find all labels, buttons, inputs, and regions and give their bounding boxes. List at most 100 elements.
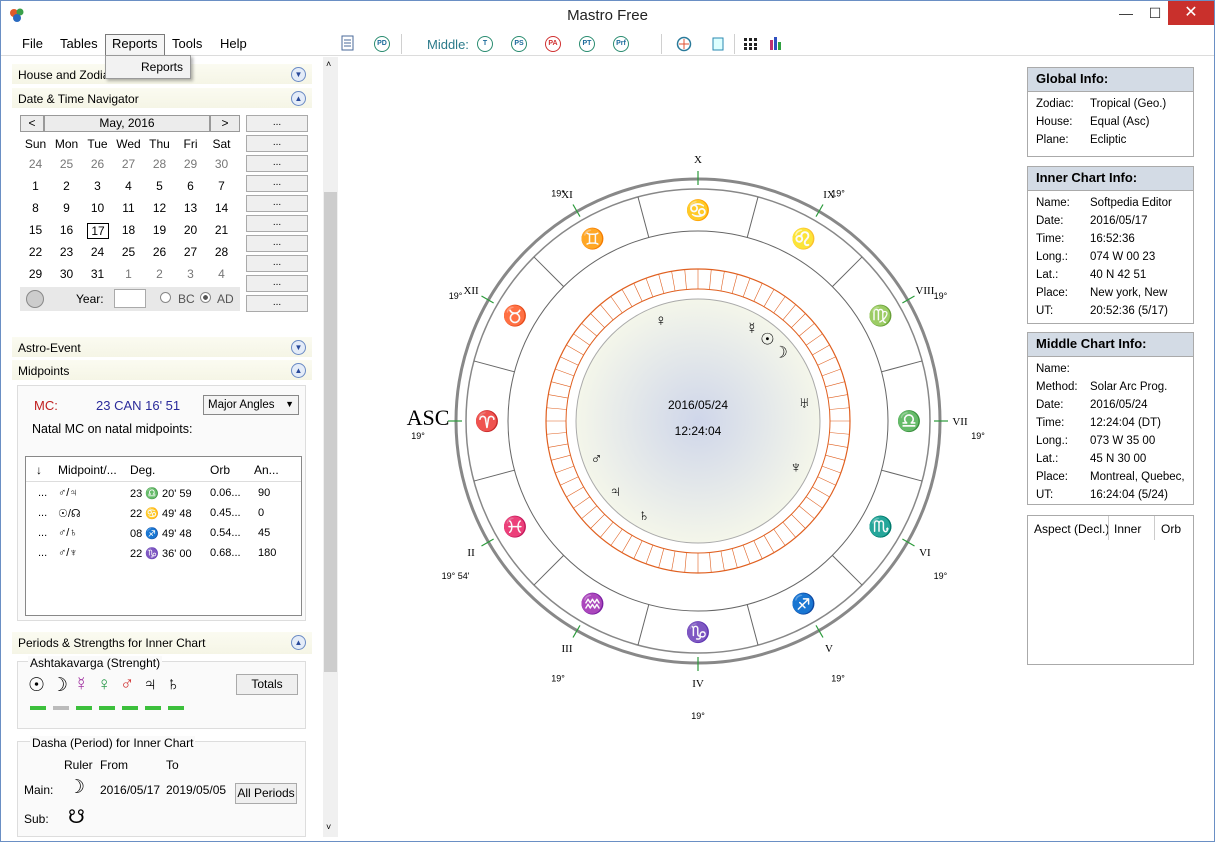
calendar-day[interactable]: 24 <box>82 245 113 259</box>
calendar-day[interactable]: 31 <box>82 267 113 281</box>
aspect-table[interactable]: Aspect (Decl.) Inner Orb <box>1027 515 1194 665</box>
chevron-up-icon[interactable]: ▲ <box>291 363 306 378</box>
date-preset-button[interactable]: ... <box>246 195 308 212</box>
calendar-day[interactable]: 18 <box>113 223 144 237</box>
chevron-down-icon[interactable]: ▼ <box>291 340 306 355</box>
calendar-day[interactable]: 20 <box>175 223 206 237</box>
menu-help[interactable]: Help <box>214 35 253 52</box>
calendar-day[interactable]: 2 <box>144 267 175 281</box>
calendar-day[interactable]: 5 <box>144 179 175 193</box>
dropdown-item-reports[interactable]: Reports <box>141 60 183 74</box>
menu-reports[interactable]: Reports <box>105 34 165 56</box>
document-icon[interactable] <box>341 35 355 51</box>
calendar-day[interactable]: 6 <box>175 179 206 193</box>
minimize-button[interactable]: — <box>1111 1 1141 25</box>
toolbar-ps-button[interactable]: PS <box>511 36 527 52</box>
calendar-day[interactable]: 27 <box>175 245 206 259</box>
toolbar-pd-button[interactable]: PD <box>374 36 390 52</box>
month-label[interactable]: May, 2016 <box>44 115 210 132</box>
left-panel-scrollbar[interactable]: ˄ ˅ <box>323 57 338 837</box>
chevron-up-icon[interactable]: ▲ <box>291 635 306 650</box>
calendar-day[interactable]: 4 <box>113 179 144 193</box>
calendar-day[interactable]: 26 <box>82 157 113 171</box>
calendar-day[interactable]: 28 <box>206 245 237 259</box>
calendar-day[interactable]: 24 <box>20 157 51 171</box>
toolbar-pt-button[interactable]: PT <box>579 36 595 52</box>
calendar-day[interactable]: 30 <box>51 267 82 281</box>
date-nav-section[interactable]: Date & Time Navigator ▲ <box>12 88 312 108</box>
calendar-day[interactable]: 19 <box>144 223 175 237</box>
calendar-day[interactable]: 25 <box>51 157 82 171</box>
calendar-day[interactable]: 1 <box>20 179 51 193</box>
calendar-day[interactable]: 4 <box>206 267 237 281</box>
next-month-button[interactable]: > <box>210 115 240 132</box>
menu-tools[interactable]: Tools <box>166 35 208 52</box>
scrollbar-thumb[interactable] <box>324 192 337 672</box>
calendar-day[interactable]: 27 <box>113 157 144 171</box>
midpoints-column-header[interactable]: An... <box>254 463 279 477</box>
calendar-day[interactable]: 13 <box>175 201 206 215</box>
menu-tables[interactable]: Tables <box>54 35 104 52</box>
astro-chart-wheel[interactable]: XXI19°XII19°ASC19°II19° 54'III19° IV19°V1… <box>339 57 1019 837</box>
menu-file[interactable]: File <box>16 35 49 52</box>
midpoints-column-header[interactable]: Midpoint/... <box>58 463 117 477</box>
calendar-day[interactable]: 26 <box>144 245 175 259</box>
aspect-inner-header[interactable]: Inner <box>1114 522 1141 536</box>
calendar-day[interactable]: 11 <box>113 201 144 215</box>
midpoints-section[interactable]: Midpoints ▲ <box>12 360 312 380</box>
calendar-day[interactable]: 17 <box>87 223 109 239</box>
calendar-day[interactable]: 15 <box>20 223 51 237</box>
chart-wheel-icon[interactable] <box>676 36 692 52</box>
calendar-day[interactable]: 3 <box>82 179 113 193</box>
calendar-day[interactable]: 1 <box>113 267 144 281</box>
chevron-up-icon[interactable]: ▲ <box>291 91 306 106</box>
maximize-button[interactable]: ☐ <box>1140 1 1170 25</box>
toolbar-t-button[interactable]: T <box>477 36 493 52</box>
year-input[interactable] <box>114 289 146 308</box>
midpoints-column-header[interactable]: Deg. <box>130 463 155 477</box>
calendar-day[interactable]: 23 <box>51 245 82 259</box>
date-preset-button[interactable]: ... <box>246 175 308 192</box>
date-preset-button[interactable]: ... <box>246 215 308 232</box>
prev-month-button[interactable]: < <box>20 115 44 132</box>
toolbar-pa-button[interactable]: PA <box>545 36 561 52</box>
calendar-day[interactable]: 12 <box>144 201 175 215</box>
date-preset-button[interactable]: ... <box>246 135 308 152</box>
calendar-day[interactable]: 7 <box>206 179 237 193</box>
print-icon[interactable] <box>710 36 726 52</box>
calendar-day[interactable]: 30 <box>206 157 237 171</box>
calendar-day[interactable]: 2 <box>51 179 82 193</box>
ad-radio[interactable] <box>200 292 211 303</box>
totals-button[interactable]: Totals <box>236 674 298 695</box>
aspect-header[interactable]: Aspect (Decl.) <box>1034 522 1109 536</box>
calendar-day[interactable]: 28 <box>144 157 175 171</box>
calendar-day[interactable]: 21 <box>206 223 237 237</box>
calendar-day[interactable]: 25 <box>113 245 144 259</box>
astro-event-section[interactable]: Astro-Event ▼ <box>12 337 312 357</box>
calendar-day[interactable]: 29 <box>20 267 51 281</box>
scroll-up-arrow-icon[interactable]: ˄ <box>326 59 331 69</box>
close-button[interactable]: ✕ <box>1168 1 1214 25</box>
calendar-day[interactable]: 16 <box>51 223 82 237</box>
date-preset-button[interactable]: ... <box>246 275 308 292</box>
calendar-day[interactable]: 10 <box>82 201 113 215</box>
toolbar-prf-button[interactable]: Prf <box>613 36 629 52</box>
calendar-day[interactable]: 14 <box>206 201 237 215</box>
date-preset-button[interactable]: ... <box>246 255 308 272</box>
midpoints-column-header[interactable]: Orb <box>210 463 230 477</box>
date-preset-button[interactable]: ... <box>246 235 308 252</box>
calendar-day[interactable]: 22 <box>20 245 51 259</box>
date-preset-button[interactable]: ... <box>246 155 308 172</box>
aspect-orb-header[interactable]: Orb <box>1161 522 1181 536</box>
angles-select[interactable]: Major Angles ▼ <box>203 395 299 415</box>
bc-radio[interactable] <box>160 292 171 303</box>
date-preset-button[interactable]: ... <box>246 115 308 132</box>
calendar-day[interactable]: 9 <box>51 201 82 215</box>
calendar-day[interactable]: 29 <box>175 157 206 171</box>
calendar-day[interactable]: 8 <box>20 201 51 215</box>
midpoints-column-header[interactable]: ↓ <box>36 463 42 477</box>
time-button-icon[interactable] <box>26 290 44 308</box>
scroll-down-arrow-icon[interactable]: ˅ <box>326 822 331 832</box>
date-preset-button[interactable]: ... <box>246 295 308 312</box>
chevron-down-icon[interactable]: ▼ <box>291 67 306 82</box>
